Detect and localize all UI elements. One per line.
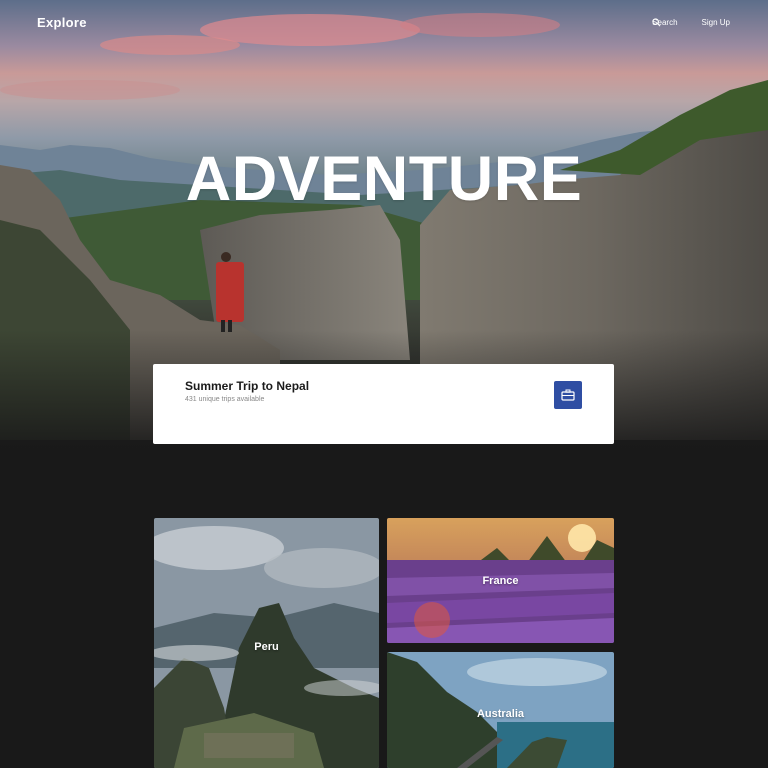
destination-card-france[interactable]: France — [387, 518, 614, 643]
search-link[interactable]: Search — [652, 18, 677, 27]
destination-card-peru[interactable]: Peru — [154, 518, 379, 768]
top-nav: Search Sign Up — [652, 18, 730, 27]
destination-label-peru: Peru — [254, 641, 279, 653]
destination-label-australia: Australia — [476, 708, 525, 720]
hero-title: ADVENTURE — [185, 144, 583, 214]
destination-card-australia[interactable]: Australia — [387, 652, 614, 768]
sign-up-link[interactable]: Sign Up — [702, 18, 730, 27]
trip-title: Summer Trip to Nepal — [185, 379, 310, 393]
trip-briefcase-button[interactable] — [554, 381, 582, 409]
destination-label-france: France — [482, 575, 519, 587]
briefcase-icon — [561, 389, 575, 401]
search-icon — [652, 18, 661, 27]
trip-subtitle: 431 unique trips available — [185, 396, 265, 403]
featured-trip-card[interactable]: Summer Trip to Nepal 431 unique trips av… — [153, 364, 614, 444]
brand-logo-link[interactable]: Explore — [37, 15, 87, 30]
